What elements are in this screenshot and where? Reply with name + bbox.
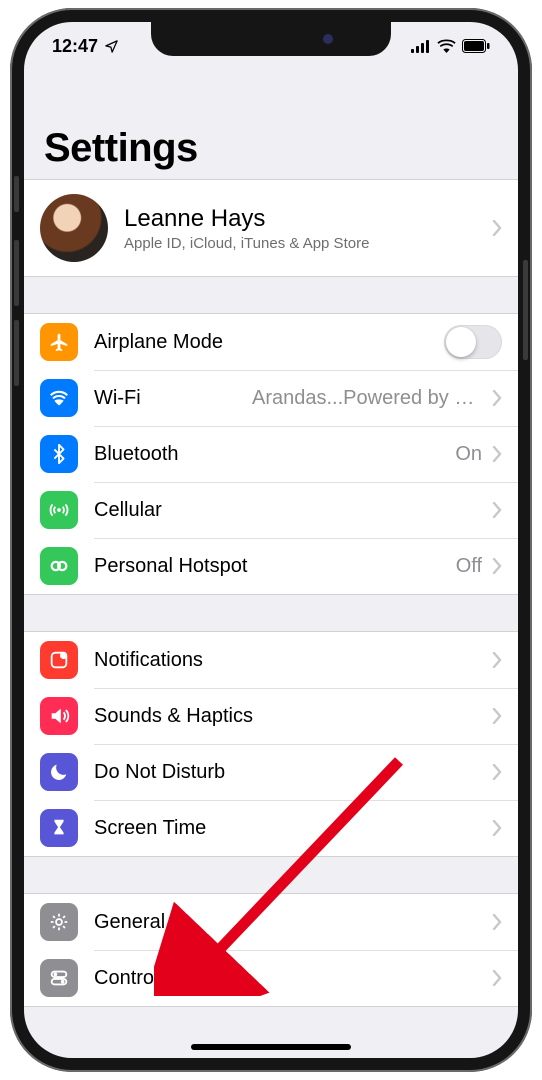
- volume-down-button: [14, 320, 19, 386]
- sounds-label: Sounds & Haptics: [94, 705, 482, 728]
- control-center-row[interactable]: Control Center: [24, 950, 518, 1006]
- home-indicator[interactable]: [191, 1044, 351, 1050]
- phone-frame: 12:47 Settings: [10, 8, 532, 1072]
- moon-icon: [40, 753, 78, 791]
- mute-switch: [14, 176, 19, 212]
- screentime-label: Screen Time: [94, 817, 482, 840]
- hotspot-icon: [40, 547, 78, 585]
- status-time: 12:47: [52, 36, 98, 57]
- chevron-right-icon: [492, 502, 502, 518]
- bluetooth-icon: [40, 435, 78, 473]
- cellular-signal-icon: [411, 40, 431, 53]
- general-label: General: [94, 911, 482, 934]
- hotspot-row[interactable]: Personal Hotspot Off: [24, 538, 518, 594]
- notch: [151, 22, 391, 56]
- bluetooth-value: On: [455, 443, 482, 466]
- hotspot-label: Personal Hotspot: [94, 555, 448, 578]
- notifications-icon: [40, 641, 78, 679]
- dnd-row[interactable]: Do Not Disturb: [24, 744, 518, 800]
- bluetooth-row[interactable]: Bluetooth On: [24, 426, 518, 482]
- side-button: [523, 260, 528, 360]
- battery-icon: [462, 39, 490, 53]
- account-labels: Leanne Hays Apple ID, iCloud, iTunes & A…: [124, 205, 482, 252]
- hourglass-icon: [40, 809, 78, 847]
- chevron-right-icon: [492, 914, 502, 930]
- account-group: Leanne Hays Apple ID, iCloud, iTunes & A…: [24, 179, 518, 277]
- account-name: Leanne Hays: [124, 205, 482, 233]
- airplane-icon: [40, 323, 78, 361]
- chevron-right-icon: [492, 970, 502, 986]
- sounds-row[interactable]: Sounds & Haptics: [24, 688, 518, 744]
- wifi-row[interactable]: Wi-Fi Arandas...Powered by Natel: [24, 370, 518, 426]
- airplane-mode-row[interactable]: Airplane Mode: [24, 314, 518, 370]
- screentime-row[interactable]: Screen Time: [24, 800, 518, 856]
- chevron-right-icon: [492, 390, 502, 406]
- avatar: [40, 194, 108, 262]
- airplane-toggle[interactable]: [444, 325, 502, 359]
- alerts-group: Notifications Sounds & Haptics Do Not Di…: [24, 631, 518, 857]
- notifications-label: Notifications: [94, 649, 482, 672]
- wifi-icon: [437, 39, 456, 53]
- connectivity-group: Airplane Mode Wi-Fi Arandas...Powered by…: [24, 313, 518, 595]
- chevron-right-icon: [492, 764, 502, 780]
- control-center-icon: [40, 959, 78, 997]
- account-subtitle: Apple ID, iCloud, iTunes & App Store: [124, 235, 482, 252]
- chevron-right-icon: [492, 446, 502, 462]
- wifi-settings-icon: [40, 379, 78, 417]
- cellular-icon: [40, 491, 78, 529]
- cellular-label: Cellular: [94, 499, 482, 522]
- chevron-right-icon: [492, 708, 502, 724]
- dnd-label: Do Not Disturb: [94, 761, 482, 784]
- bluetooth-label: Bluetooth: [94, 443, 447, 466]
- wifi-value: Arandas...Powered by Natel: [252, 387, 482, 410]
- cellular-row[interactable]: Cellular: [24, 482, 518, 538]
- chevron-right-icon: [492, 558, 502, 574]
- general-row[interactable]: General: [24, 894, 518, 950]
- wifi-label: Wi-Fi: [94, 387, 244, 410]
- page-title: Settings: [44, 126, 498, 171]
- hotspot-value: Off: [456, 555, 482, 578]
- chevron-right-icon: [492, 652, 502, 668]
- control-center-label: Control Center: [94, 967, 482, 990]
- notifications-row[interactable]: Notifications: [24, 632, 518, 688]
- airplane-label: Airplane Mode: [94, 331, 436, 354]
- gear-icon: [40, 903, 78, 941]
- general-group: General Control Center: [24, 893, 518, 1007]
- chevron-right-icon: [492, 220, 502, 236]
- apple-id-row[interactable]: Leanne Hays Apple ID, iCloud, iTunes & A…: [24, 180, 518, 276]
- volume-up-button: [14, 240, 19, 306]
- sounds-icon: [40, 697, 78, 735]
- screen: 12:47 Settings: [24, 22, 518, 1058]
- page-header: Settings: [24, 70, 518, 179]
- chevron-right-icon: [492, 820, 502, 836]
- location-icon: [104, 39, 119, 54]
